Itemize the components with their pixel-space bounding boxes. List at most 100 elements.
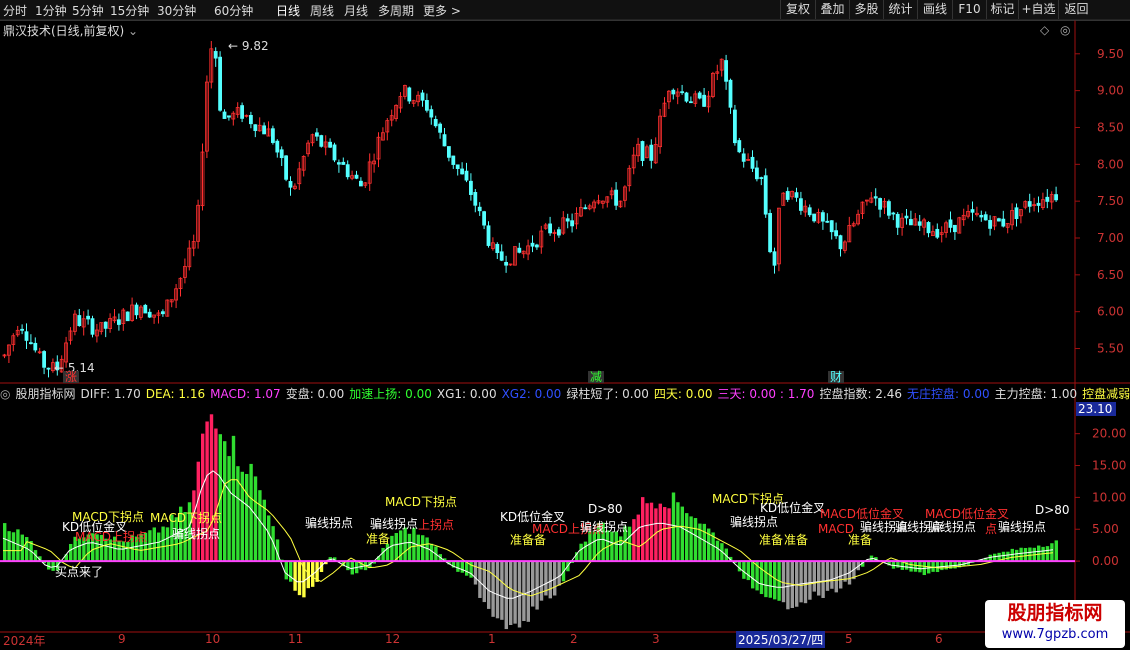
macd-bar <box>192 490 196 562</box>
signal-label: MACD下拐点 <box>150 510 222 525</box>
candle-body <box>284 155 289 180</box>
candle-body <box>640 141 645 161</box>
macd-bar <box>69 543 73 562</box>
date-tick: 1 <box>488 632 496 646</box>
macd-bar <box>487 561 491 609</box>
candle-body <box>1001 218 1006 227</box>
candle-body <box>829 220 834 233</box>
macd-bar <box>460 561 464 573</box>
macd-bar <box>416 534 420 562</box>
candle-body <box>733 109 737 144</box>
macd-bar <box>759 561 764 595</box>
candle-body <box>917 221 922 226</box>
macd-bar <box>663 507 667 562</box>
event-marker: 涨 <box>65 369 77 384</box>
macd-bar <box>456 561 460 572</box>
macd-bar <box>381 547 385 562</box>
date-tick: 6 <box>935 632 943 646</box>
macd-bar <box>764 561 768 598</box>
signal-label: 点 <box>985 522 997 536</box>
indicator-value-8: 四天: 0.00 <box>653 387 713 401</box>
signal-label: D>80 <box>1035 503 1070 517</box>
indicator-value-5: XG1: 0.00 <box>436 387 497 401</box>
candle-body <box>213 51 218 59</box>
macd-bar <box>148 530 152 562</box>
candle-body <box>46 367 51 370</box>
candle-body <box>794 192 799 198</box>
indicator-value-0: DIFF: 1.70 <box>80 387 141 401</box>
candle-body <box>341 161 346 165</box>
candle-body <box>42 351 46 368</box>
macd-bar <box>557 561 561 586</box>
indicator-settings-icon[interactable]: ◎ <box>0 387 10 401</box>
candle-body <box>117 319 121 325</box>
signal-label: 骗线拐点 <box>172 526 220 541</box>
macd-bar <box>715 540 720 562</box>
candle-body <box>504 262 509 266</box>
price-tick-label: 9.00 <box>1097 84 1124 98</box>
candle-body <box>460 168 465 175</box>
candle-body <box>486 225 491 246</box>
candle-body <box>728 79 733 108</box>
candle-body <box>768 213 772 253</box>
macd-bar <box>214 428 218 562</box>
price-tick-label: 8.50 <box>1097 120 1124 134</box>
macd-bar <box>583 541 588 562</box>
macd-bar <box>795 561 799 607</box>
chart-canvas[interactable]: 9.50 9.00 8.50 8.00 7.50 7.00 6.50 6.00 5.50 ← 9.… <box>0 0 1130 650</box>
candle-body <box>160 311 165 315</box>
candle-body <box>763 175 768 215</box>
indicator-value-10: 控盘指数: 2.46 <box>819 387 903 401</box>
ind-tick-label: 5.00 <box>1092 522 1119 536</box>
candle-body <box>557 229 561 236</box>
candle-body <box>979 214 984 218</box>
macd-bar <box>839 561 843 589</box>
macd-bar <box>685 513 689 562</box>
ind-tick-label: 20.00 <box>1092 427 1126 441</box>
macd-bar <box>482 561 486 603</box>
macd-bar <box>258 490 262 562</box>
candle-body <box>270 128 275 143</box>
macd-bar <box>126 541 130 562</box>
candle-body <box>909 219 913 226</box>
date-tick: 3 <box>652 632 660 646</box>
signal-label: 买点来了 <box>55 565 103 579</box>
candle-body <box>495 243 500 253</box>
event-marker: 减 <box>590 370 602 384</box>
candle-body <box>983 214 988 221</box>
candle-body <box>697 92 702 99</box>
signal-label: 骗线拐点 <box>370 516 418 531</box>
candle-body <box>948 219 953 228</box>
macd-bar <box>1006 551 1010 562</box>
candle-body <box>565 218 570 222</box>
candle-body <box>279 149 284 159</box>
macd-bar <box>495 561 500 619</box>
candle-body <box>218 56 223 111</box>
macd-bar <box>918 561 922 573</box>
macd-bar <box>253 476 258 562</box>
candle-body <box>103 321 108 329</box>
current-value-label: 23.10 <box>1078 402 1112 416</box>
candle-body <box>345 164 350 178</box>
signal-label: KD低位金叉 <box>760 500 825 515</box>
candle-body <box>583 207 588 210</box>
date-tick: 2024年 <box>3 634 46 648</box>
watermark-url: www.7gpzb.com <box>1001 627 1109 642</box>
date-cursor-label: 2025/03/27/四 <box>736 631 826 648</box>
indicator-name[interactable]: 股朋指标网 <box>15 387 75 401</box>
candle-body <box>433 119 438 127</box>
candle-body <box>997 218 1001 222</box>
macd-bar <box>1015 549 1019 562</box>
candle-body <box>226 115 231 118</box>
macd-bar <box>517 561 522 628</box>
macd-bar <box>742 561 746 579</box>
macd-bar <box>394 533 398 562</box>
candle-body <box>570 220 574 227</box>
diamond-icon: ◇ <box>1040 23 1050 37</box>
signal-label: MACD低位金叉 <box>925 506 1009 521</box>
candle-body <box>671 89 676 95</box>
indicator-value-11: 无庄控盘: 0.00 <box>907 387 990 401</box>
macd-bar <box>812 561 816 592</box>
candle-body <box>873 196 878 199</box>
candle-body <box>442 134 447 147</box>
